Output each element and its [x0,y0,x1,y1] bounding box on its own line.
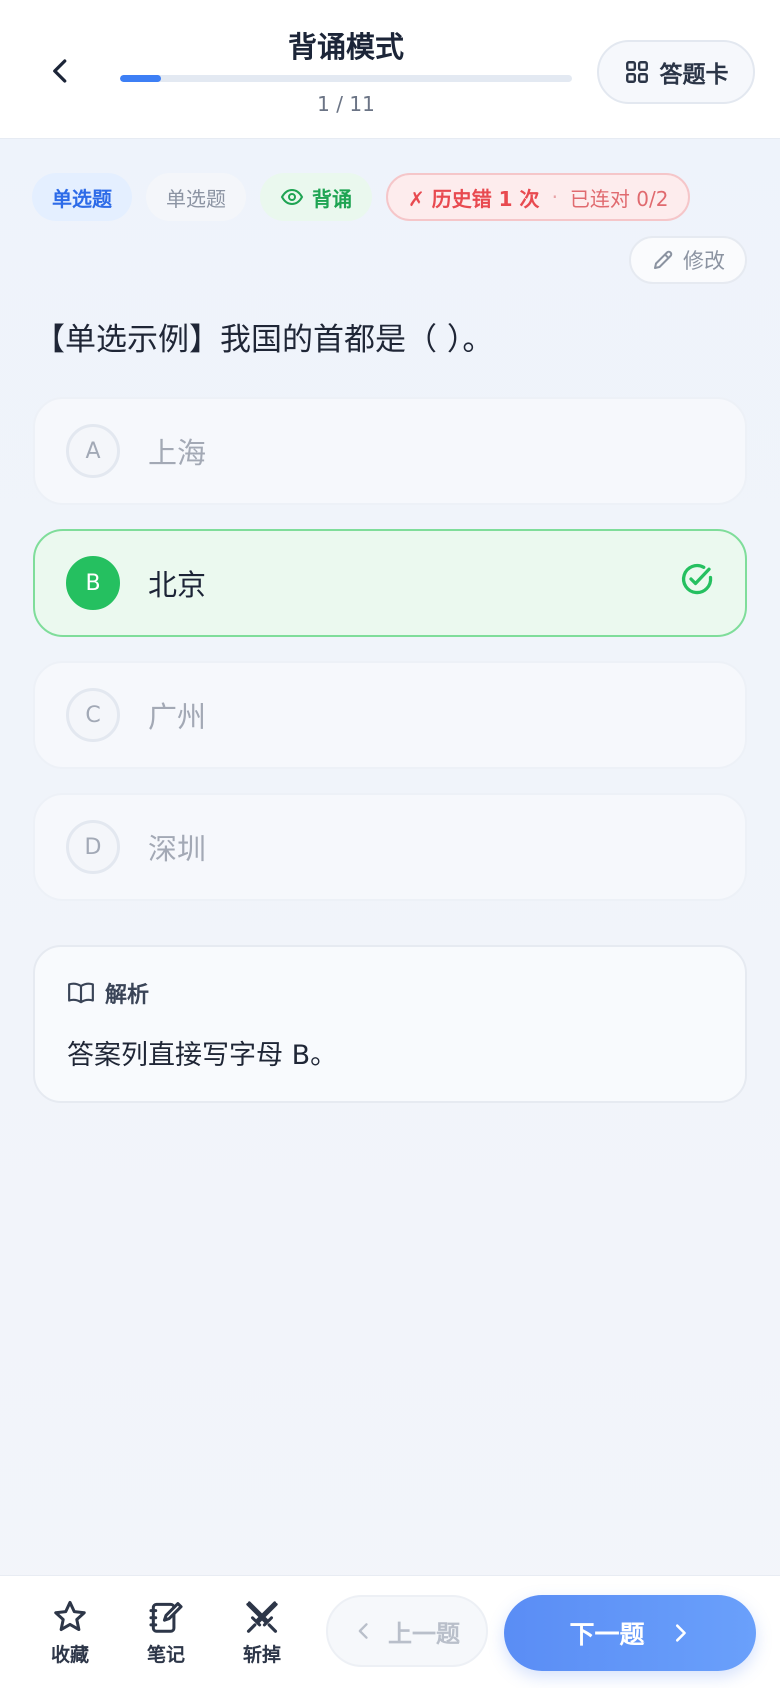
tag-question-type: 单选题 [32,173,132,221]
analysis-header: 解析 [67,977,149,1009]
option-text: 北京 [148,568,207,602]
crossed-swords-icon [246,1601,278,1633]
answer-card-button[interactable]: 答题卡 [597,40,755,104]
notebook-edit-icon [149,1602,183,1633]
star-icon [54,1600,86,1632]
option-letter: C [66,688,120,742]
analysis-card: 解析 答案列直接写字母 B。 [33,945,747,1103]
question-tags: 单选题 单选题 背诵 ✗ 历史错 1 次 · 已连对 0/2 [32,172,691,222]
progress-counter: 1 / 11 [317,92,375,116]
eye-icon [280,188,304,206]
edit-label: 修改 [683,249,725,273]
favorite-label: 收藏 [50,1644,89,1666]
correct-streak: 已连对 0/2 [569,186,669,211]
chevron-left-icon [358,1623,368,1639]
pencil-icon [654,250,673,269]
remove-label: 斩掉 [242,1644,281,1666]
progress-bar [120,75,572,82]
option-text: 广州 [148,700,207,734]
option-letter: A [66,424,120,478]
history-error-count: ✗ 历史错 1 次 [408,186,540,211]
option-text: 深圳 [148,832,207,866]
header: 背诵模式 1 / 11 答题卡 [0,0,780,139]
question-text: 【单选示例】我国的首都是（ ）。 [34,322,494,358]
chevron-right-icon [675,1624,686,1642]
tag-recite-label: 背诵 [312,186,352,211]
option-d[interactable]: D 深圳 [33,793,747,901]
next-question-button[interactable]: 下一题 [504,1595,756,1671]
previous-question-button[interactable]: 上一题 [326,1595,488,1667]
option-letter: B [66,556,120,610]
option-b[interactable]: B 北京 [33,529,747,637]
tag-recite-mode: 背诵 [260,173,372,221]
edit-button[interactable]: 修改 [629,236,747,284]
option-letter: D [66,820,120,874]
progress-bar-fill [120,75,161,82]
analysis-text: 答案列直接写字母 B。 [67,1040,338,1071]
analysis-title: 解析 [105,983,150,1008]
option-c[interactable]: C 广州 [33,661,747,769]
favorite-button[interactable]: 收藏 [35,1598,105,1667]
answer-card-label: 答题卡 [659,62,729,88]
grid-icon [625,61,648,83]
option-a[interactable]: A 上海 [33,397,747,505]
remove-button[interactable]: 斩掉 [227,1598,297,1667]
previous-question-label: 上一题 [388,1619,460,1648]
separator-dot: · [551,185,558,209]
bottom-bar: 收藏 笔记 斩掉 上一题 下一题 [0,1575,780,1688]
notes-button[interactable]: 笔记 [131,1598,201,1667]
next-question-label: 下一题 [569,1620,645,1649]
tag-history: ✗ 历史错 1 次 · 已连对 0/2 [386,173,691,221]
page-title: 背诵模式 [287,30,404,64]
tag-question-subtype: 单选题 [146,173,246,221]
book-icon [68,982,94,1004]
notes-label: 笔记 [146,1644,185,1666]
check-circle-icon [681,563,713,595]
option-text: 上海 [148,436,207,470]
page: 背诵模式 1 / 11 答题卡 单选题 单选题 背诵 ✗ 历史错 1 次 · 已… [0,0,780,1688]
